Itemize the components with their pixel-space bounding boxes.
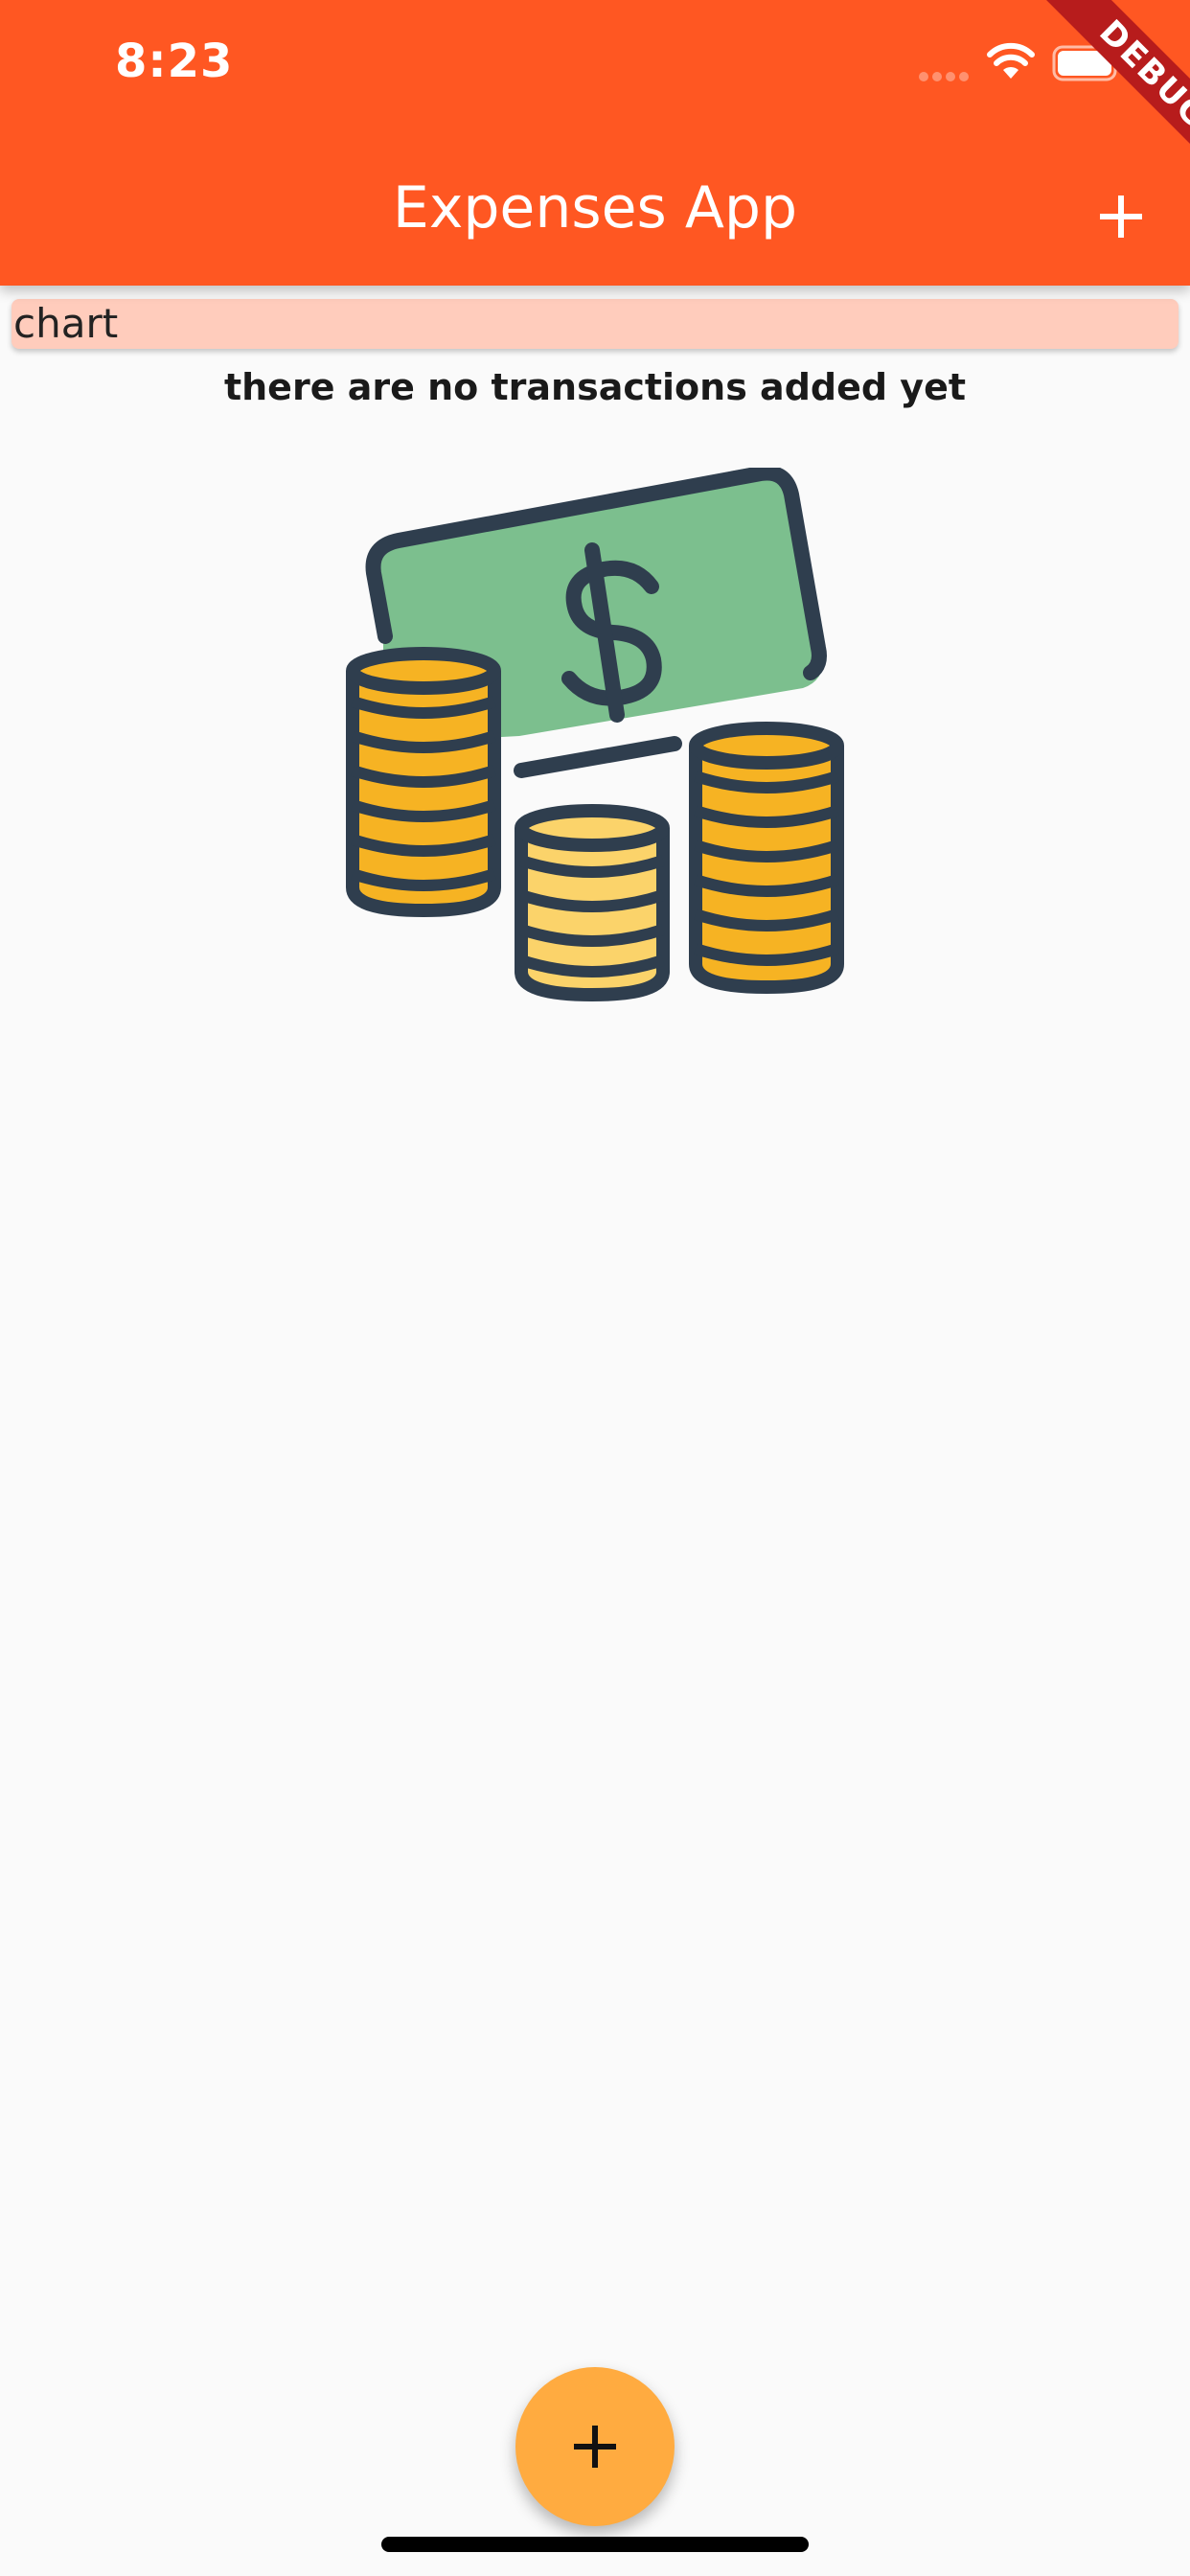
status-bar-time: 8:23 [115,34,234,88]
coin-stack-left-icon [346,647,501,918]
coin-stack-middle-icon [515,804,670,1002]
add-transaction-fab[interactable] [515,2367,675,2526]
wifi-icon [987,42,1035,79]
money-coins-illustration [346,468,844,1002]
app-title: Expenses App [392,174,798,242]
chart-label: chart [13,300,119,347]
chart-card: chart [11,299,1179,349]
coin-stack-right-icon [689,722,844,995]
battery-icon [1052,45,1123,81]
home-indicator[interactable] [381,2537,809,2552]
cellular-signal-icon [919,72,969,81]
plus-icon [574,2426,616,2468]
plus-icon [1100,196,1142,238]
add-transaction-button[interactable] [1077,172,1165,261]
app-bar: 8:23 Expenses App [0,0,1190,286]
empty-state-message: there are no transactions added yet [223,366,967,408]
app-screen: 8:23 Expenses App DEBUG chart there are … [0,0,1190,2576]
